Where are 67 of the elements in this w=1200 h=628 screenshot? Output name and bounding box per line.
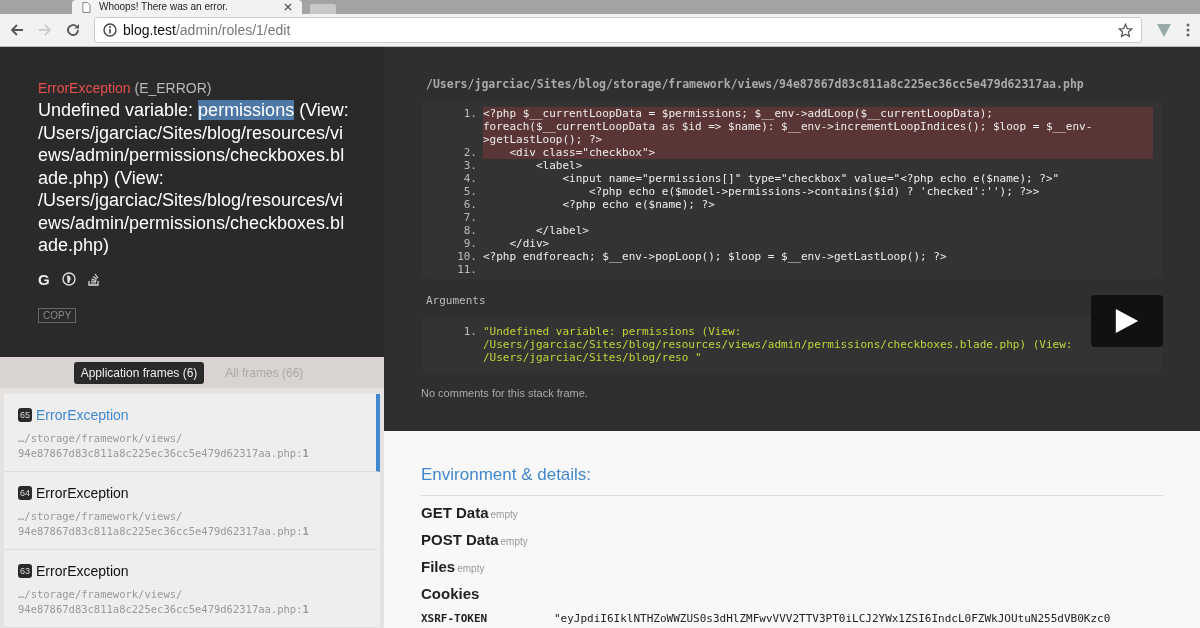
play-icon [1115,308,1139,334]
code-line: <?php echo e($model->permissions->contains($id) ? 'checked':''); ?>> [587,185,1041,198]
back-icon[interactable] [10,23,24,37]
file-path: /Users/jgarciac/Sites/blog/storage/framework/views/94e87867d83c811a8c225ec36cc5e479d62317aa.php [425,77,1085,91]
code-line: <input name="permissions[]" type="checkbox" value="<?php echo e($name); ?>" [561,172,1061,185]
line-number: 6. [462,198,478,211]
line-number: 1. [462,107,478,122]
code-line: <?php echo e($name); ?> [561,198,716,211]
page-icon [82,1,91,13]
stack-frame[interactable]: 65 ErrorException …/storage/framework/views/ 94e87867d83c811a8c225ec36cc5e479d62317aa.php:1 [4,394,380,472]
code-line: <?php endforeach; $__env->popLoop(); $loop = $__env->getLastLoop(); ?> [483,250,948,263]
frame-number: 63 [18,564,32,578]
star-icon[interactable] [1118,22,1133,38]
error-code: (E_ERROR) [134,80,212,96]
section-title: Environment & details: [421,465,1163,496]
empty-label: empty [500,536,528,547]
duck-icon[interactable] [61,272,76,286]
tab-title: Whoops! There was an error. [99,2,229,12]
line-number: 11. [456,263,478,276]
stack-icon[interactable] [87,272,100,286]
arguments-heading: Arguments [426,294,487,307]
cookie-name: XSRF-TOKEN [421,612,489,625]
stack-frame[interactable]: 64 ErrorException …/storage/framework/views/ 94e87867d83c811a8c225ec36cc5e479d62317aa.php:1 [4,472,380,550]
line-number: 10. [456,250,478,263]
menu-icon[interactable] [1186,23,1190,37]
argument-number: 1. [462,325,478,340]
frame-path: …/storage/framework/views/ 94e87867d83c811a8c225ec36cc5e479d62317aa.php:1 [18,509,310,539]
line-number: 5. [462,185,478,198]
line-number: 8. [462,224,478,237]
empty-label: empty [457,563,485,574]
frame-class: ErrorException [36,485,129,501]
section-heading: Files [421,558,456,575]
error-message: Undefined variable: permissions (View: /Users/jgarciac/Sites/blog/resources/views/admin/permissions/checkboxes.blade.php) (View: /Users/jgarciac/Sites/blog/resources/views/admin/permissions/checkboxes.blade.php) [38,99,350,257]
frame-path: …/storage/framework/views/ 94e87867d83c811a8c225ec36cc5e479d62317aa.php:1 [18,431,310,461]
line-number: 9. [462,237,478,250]
frames-tab[interactable]: Application frames (6) [73,361,205,384]
close-icon[interactable] [284,3,292,11]
frame-class: ErrorException [36,563,129,579]
line-number: 3. [462,159,478,172]
info-icon [103,23,117,37]
comments-note: No comments for this stack frame. [421,387,589,399]
cookie-value: "eyJpdiI6IklNTHZoWWZUS0s3dHlZMFwvVVV2TTV3PT0iLCJ2YWx1ZSI6IndcL0FZWkJOUtuN255dVB0Kzc0 [554,612,1111,625]
line-number: 7. [462,211,478,224]
code-line: </div> [508,237,551,250]
copy-button[interactable]: COPY [38,307,77,323]
search-link[interactable]: G [38,270,50,288]
section-heading: POST Data [421,531,499,548]
frame-class: ErrorException [36,407,129,423]
section-heading: Cookies [421,585,480,602]
reload-icon[interactable] [66,23,80,37]
line-number: 4. [462,172,478,185]
frame-number: 64 [18,486,32,500]
url-path: /admin/roles/1/edit [175,22,291,38]
address-bar[interactable]: blog.test/admin/roles/1/edit [94,17,1142,43]
line-number: 2. [462,146,478,159]
browser-tab[interactable]: Whoops! There was an error. [72,0,302,14]
section-heading: GET Data [421,504,489,521]
code-line: </label> [535,224,590,237]
frame-path: …/storage/framework/views/ 94e87867d83c811a8c225ec36cc5e479d62317aa.php:1 [18,587,310,617]
argument-value: "Undefined variable: permissions (View: /Users/jgarciac/Sites/blog/resources/views/admin/permissions/checkboxes.blade.php) (View: /Users/jgarciac/Sites/blog/reso " [483,325,1074,364]
empty-label: empty [490,509,518,520]
code-line: <label> [535,159,584,172]
frame-number: 65 [18,408,32,422]
url-host: blog.test [123,22,176,38]
play-button[interactable] [1091,295,1163,347]
exception-type: ErrorException [38,80,131,96]
stack-frame[interactable]: 63 ErrorException …/storage/framework/views/ 94e87867d83c811a8c225ec36cc5e479d62317aa.php:1 [4,550,380,628]
